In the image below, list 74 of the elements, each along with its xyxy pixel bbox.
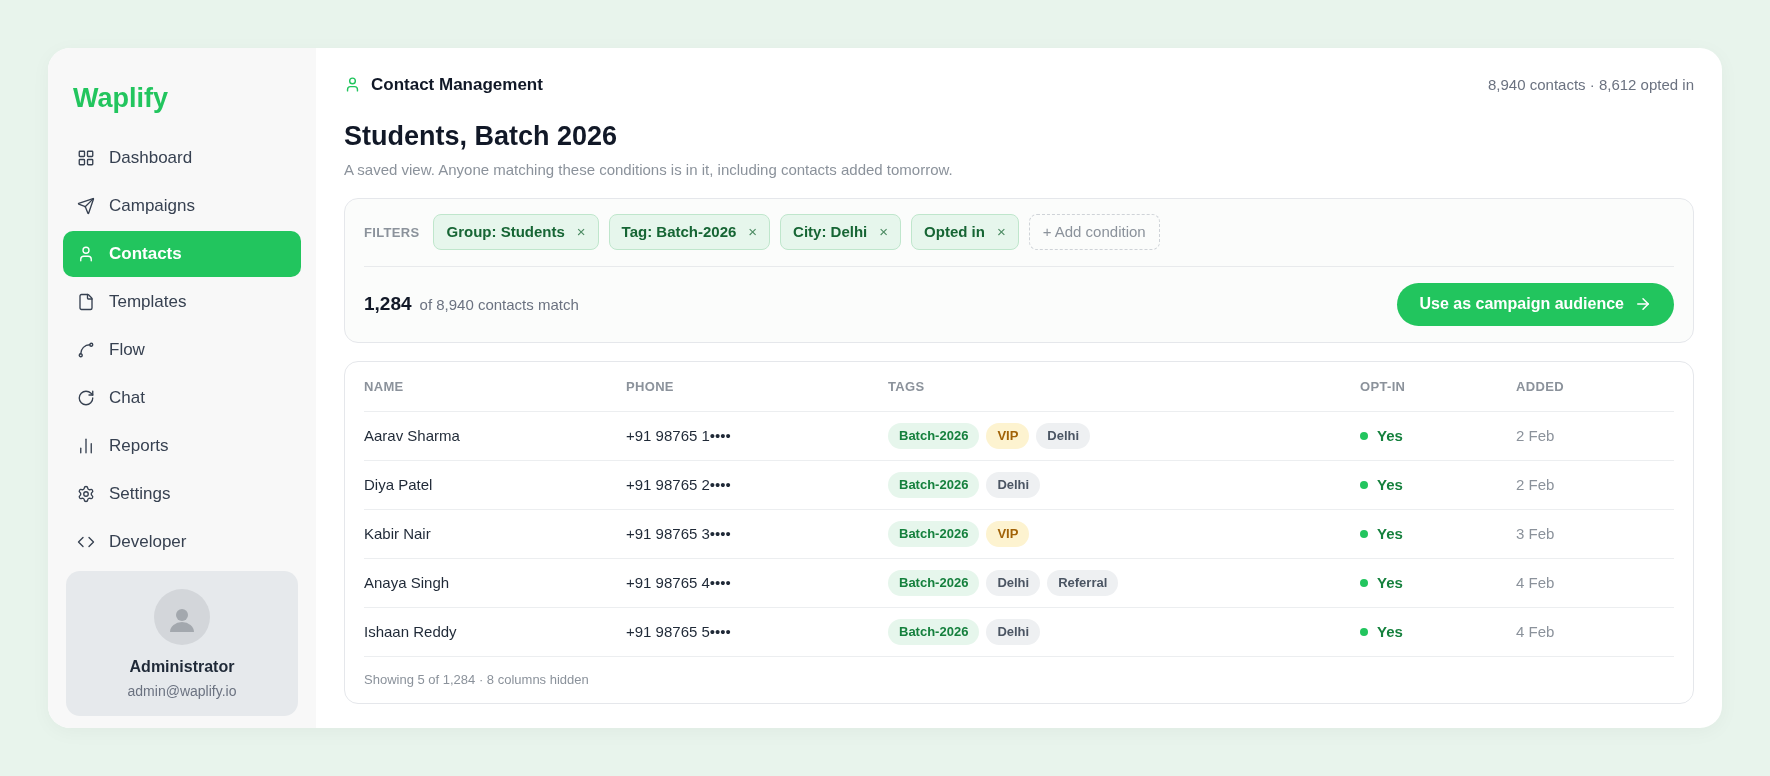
brand-logo: Waplify <box>72 82 169 115</box>
user-icon <box>344 76 361 94</box>
tag-badge: Batch-2026 <box>888 521 980 547</box>
opt-in-status: Yes <box>1377 523 1403 544</box>
phone-cell-text: +91 98765 1•••• <box>626 425 732 446</box>
tag-badge: Referral <box>1047 570 1119 596</box>
settings-icon <box>77 484 95 503</box>
section-title: Contact Management <box>371 74 543 96</box>
chip-label: Opted in <box>924 222 985 242</box>
refresh-icon <box>77 388 95 407</box>
name-cell-text: Diya Patel <box>364 474 434 495</box>
tag-badge: Batch-2026 <box>888 619 980 645</box>
avatar-icon <box>154 588 210 645</box>
document-icon <box>77 292 95 311</box>
match-text: of 8,940 contacts match <box>419 295 579 315</box>
page-title: Students, Batch 2026 <box>344 119 619 153</box>
opt-in-status: Yes <box>1377 621 1403 642</box>
remove-button[interactable]: × <box>576 221 586 244</box>
tag-badge: Delhi <box>986 570 1041 596</box>
name-cell-text: Kabir Nair <box>364 523 432 544</box>
chip-label: Group: Students <box>446 222 565 242</box>
remove-button[interactable]: × <box>748 221 758 244</box>
remove-button[interactable]: × <box>996 221 1006 244</box>
table-footer: Showing 5 of 1,284 · 8 columns hidden <box>364 656 1674 703</box>
remove-button[interactable]: × <box>879 221 889 244</box>
name-cell-text: Anaya Singh <box>364 572 451 593</box>
nav-item[interactable]: Reports <box>63 422 301 469</box>
nav-item[interactable]: Developer <box>63 518 301 565</box>
nav-item[interactable]: Flow <box>63 326 301 373</box>
column-header: PHONE <box>626 377 675 396</box>
grid-icon <box>77 148 95 167</box>
nav-item[interactable]: Dashboard <box>63 134 301 181</box>
tag-badge: Batch-2026 <box>888 472 980 498</box>
user-email: admin@waplify.io <box>127 681 237 701</box>
tag-badge: Delhi <box>1036 423 1091 449</box>
name-cell-text: Ishaan Reddy <box>364 621 458 642</box>
column-header: OPT-IN <box>1360 377 1407 396</box>
added-date: 2 Feb <box>1516 425 1556 446</box>
phone-cell-text: +91 98765 4•••• <box>626 572 732 593</box>
added-date: 4 Feb <box>1516 621 1556 642</box>
tag-badge: Delhi <box>986 619 1041 645</box>
contact-stats: 8,940 contacts · 8,612 opted in <box>1488 74 1694 95</box>
nav-item[interactable]: Settings <box>63 470 301 517</box>
send-icon <box>77 196 95 215</box>
nav-item[interactable]: Campaigns <box>63 182 301 229</box>
added-date: 2 Feb <box>1516 474 1556 495</box>
filters-label: FILTERS <box>364 223 420 242</box>
flow-icon <box>77 340 95 359</box>
phone-cell-text: +91 98765 5•••• <box>626 621 732 642</box>
column-header: ADDED <box>1516 377 1565 396</box>
match-count: 1,284 <box>364 292 412 316</box>
opt-in-status: Yes <box>1377 425 1403 446</box>
added-date: 3 Feb <box>1516 523 1556 544</box>
column-header: NAME <box>364 377 405 396</box>
column-header: TAGS <box>888 377 926 396</box>
tag-badge: Batch-2026 <box>888 570 980 596</box>
user-name: Administrator <box>129 656 235 677</box>
phone-cell-text: +91 98765 2•••• <box>626 474 732 495</box>
added-date: 4 Feb <box>1516 572 1556 593</box>
opt-in-status: Yes <box>1377 474 1403 495</box>
tag-badge: VIP <box>986 423 1030 449</box>
name-cell-text: Aarav Sharma <box>364 425 461 446</box>
page-description: A saved view. Anyone matching these conditions is in it, including contacts added tomorrow. <box>344 160 954 181</box>
tag-badge: VIP <box>986 521 1030 547</box>
nav-item[interactable]: Chat <box>63 374 301 421</box>
chip-label: City: Delhi <box>793 222 868 242</box>
tag-badge: Delhi <box>986 472 1041 498</box>
opt-in-status: Yes <box>1377 572 1403 593</box>
tag-badge: Batch-2026 <box>888 423 980 449</box>
user-icon <box>77 244 95 263</box>
bar-chart-icon <box>77 436 95 455</box>
chip-label: Tag: Batch-2026 <box>621 222 737 242</box>
nav-item[interactable]: Templates <box>63 278 301 325</box>
phone-cell-text: +91 98765 3•••• <box>626 523 732 544</box>
